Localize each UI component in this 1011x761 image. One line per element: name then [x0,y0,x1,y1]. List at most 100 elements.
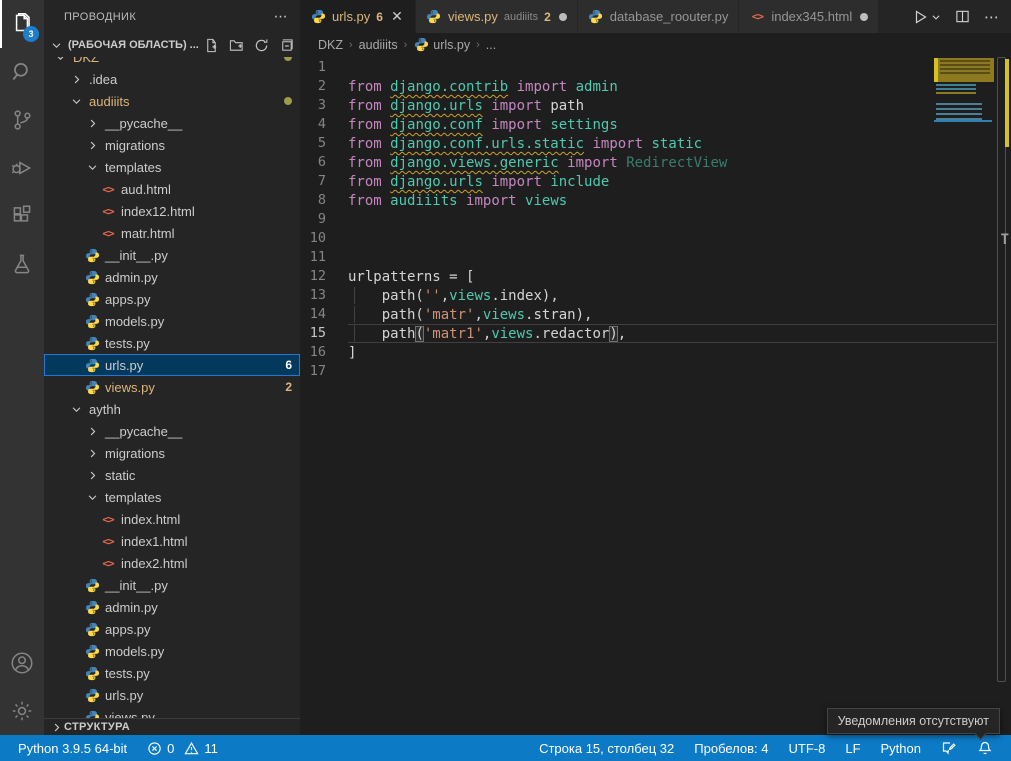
activity-explorer-button[interactable]: 3 [0,0,44,48]
flask-icon [9,251,35,277]
tree-item-tests.py[interactable]: tests.py [44,332,300,354]
run-button[interactable] [912,9,941,25]
tree-item-views.py[interactable]: views.py2 [44,376,300,398]
tree-item-label: tests.py [105,666,150,681]
line-content: urlpatterns = [ [348,267,996,286]
language-mode-status[interactable]: Python [873,735,929,761]
explorer-sidebar: ПРОВОДНИК ⋯ (РАБОЧАЯ ОБЛАСТЬ) ... [44,0,300,735]
tree-item-static[interactable]: static [44,464,300,486]
code-line-13[interactable]: 13 path('',views.index), [300,286,996,305]
outline-section-header[interactable]: СТРУКТУРА [44,718,300,735]
tree-item-migrations[interactable]: migrations [44,134,300,156]
tree-item-aythh[interactable]: aythh [44,398,300,420]
code-line-1[interactable]: 1 [300,58,996,77]
activity-testing-button[interactable] [0,240,44,288]
tree-item-models.py[interactable]: models.py [44,640,300,662]
code-line-4[interactable]: 4from django.conf import settings [300,115,996,134]
tree-item-migrations[interactable]: migrations [44,442,300,464]
code-editor[interactable]: 12from django.contrib import admin3from … [300,56,1011,735]
activity-extensions-button[interactable] [0,192,44,240]
new-folder-icon[interactable] [229,38,244,53]
tree-item-admin.py[interactable]: admin.py [44,596,300,618]
code-line-10[interactable]: 10 [300,229,996,248]
split-editor-icon[interactable] [955,9,970,24]
code-line-2[interactable]: 2from django.contrib import admin [300,77,996,96]
tree-item-__init__.py[interactable]: __init__.py [44,244,300,266]
more-actions-icon[interactable]: ⋯ [984,8,999,26]
tree-item-templates[interactable]: templates [44,156,300,178]
python-interpreter-status[interactable]: Python 3.9.5 64-bit [10,735,135,761]
tree-item-apps.py[interactable]: apps.py [44,618,300,640]
code-line-16[interactable]: 16] [300,343,996,362]
status-bar: Python 3.9.5 64-bit 0 11 Строка 15, стол… [0,735,1011,761]
indentation-status[interactable]: Пробелов: 4 [686,735,776,761]
refresh-icon[interactable] [254,38,269,53]
sidebar-more-actions-icon[interactable]: ⋯ [274,8,288,25]
encoding-status[interactable]: UTF-8 [781,735,834,761]
tree-item-index2.html[interactable]: <>index2.html [44,552,300,574]
tab-bar: urls.py6✕views.pyaudiiits2database_roout… [300,0,1011,33]
tree-item-__init__.py[interactable]: __init__.py [44,574,300,596]
tree-item-apps.py[interactable]: apps.py [44,288,300,310]
activity-settings-button[interactable] [0,687,44,735]
code-line-3[interactable]: 3from django.urls import path [300,96,996,115]
tree-item-urls.py[interactable]: urls.py [44,684,300,706]
tab-views.py[interactable]: views.pyaudiiits2 [416,0,578,33]
tree-item-__pycache__[interactable]: __pycache__ [44,112,300,134]
minimap-warning-block [934,58,994,82]
tree-item-audiiits[interactable]: audiiits [44,90,300,112]
minimap[interactable] [928,56,996,735]
breadcrumb-item-urls.py[interactable]: urls.py [413,37,470,53]
eol-status[interactable]: LF [837,735,868,761]
tab-urls.py[interactable]: urls.py6✕ [300,0,416,33]
activity-source-control-button[interactable] [0,96,44,144]
code-line-15[interactable]: 15 path('matr1',views.redactor), [300,324,996,343]
tree-item-DKZ[interactable]: DKZ [44,57,300,68]
token: from [348,174,390,190]
close-icon[interactable]: ✕ [389,8,405,25]
modified-dot-icon[interactable] [559,13,567,21]
breadcrumb-item-DKZ[interactable]: DKZ [318,38,343,52]
code-line-11[interactable]: 11 [300,248,996,267]
tree-item-templates[interactable]: templates [44,486,300,508]
scrollbar-slider[interactable] [997,57,1006,682]
tree-item-.idea[interactable]: .idea [44,68,300,90]
breadcrumb-item-audiiits[interactable]: audiiits [359,38,398,52]
cursor-position-status[interactable]: Строка 15, столбец 32 [531,735,682,761]
code-line-12[interactable]: 12urlpatterns = [ [300,267,996,286]
collapse-all-icon[interactable] [279,38,294,53]
code-line-6[interactable]: 6from django.views.generic import Redire… [300,153,996,172]
tree-item-admin.py[interactable]: admin.py [44,266,300,288]
code-line-17[interactable]: 17 [300,362,996,381]
tree-item-aud.html[interactable]: <>aud.html [44,178,300,200]
code-line-7[interactable]: 7from django.urls import include [300,172,996,191]
code-line-14[interactable]: 14 path('matr',views.stran), [300,305,996,324]
workspace-section-header[interactable]: (РАБОЧАЯ ОБЛАСТЬ) ... [44,33,300,57]
notifications-bell-button[interactable] [969,735,1001,761]
activity-run-debug-button[interactable] [0,144,44,192]
tree-item-index1.html[interactable]: <>index1.html [44,530,300,552]
feedback-button[interactable] [933,735,965,761]
tree-item-index12.html[interactable]: <>index12.html [44,200,300,222]
tree-item-views.py[interactable]: views.py [44,706,300,718]
new-file-icon[interactable] [204,38,219,53]
tree-item-label: __pycache__ [105,116,182,131]
code-line-5[interactable]: 5from django.conf.urls.static import sta… [300,134,996,153]
problems-status[interactable]: 0 11 [139,735,226,761]
breadcrumb-item-...[interactable]: ... [486,38,496,52]
tree-item-urls.py[interactable]: urls.py6 [44,354,300,376]
tree-item-index.html[interactable]: <>index.html [44,508,300,530]
activity-account-button[interactable] [0,639,44,687]
code-line-8[interactable]: 8from audiiits import views [300,191,996,210]
token [618,155,626,171]
tree-item-tests.py[interactable]: tests.py [44,662,300,684]
run-debug-icon [9,155,35,181]
tree-item-matr.html[interactable]: <>matr.html [44,222,300,244]
modified-dot-icon[interactable] [860,13,868,21]
activity-search-button[interactable] [0,48,44,96]
tab-index345.html[interactable]: <>index345.html [739,0,879,33]
tree-item-models.py[interactable]: models.py [44,310,300,332]
tree-item-__pycache__[interactable]: __pycache__ [44,420,300,442]
tab-database_roouter.py[interactable]: database_roouter.py [578,0,740,33]
code-line-9[interactable]: 9 [300,210,996,229]
